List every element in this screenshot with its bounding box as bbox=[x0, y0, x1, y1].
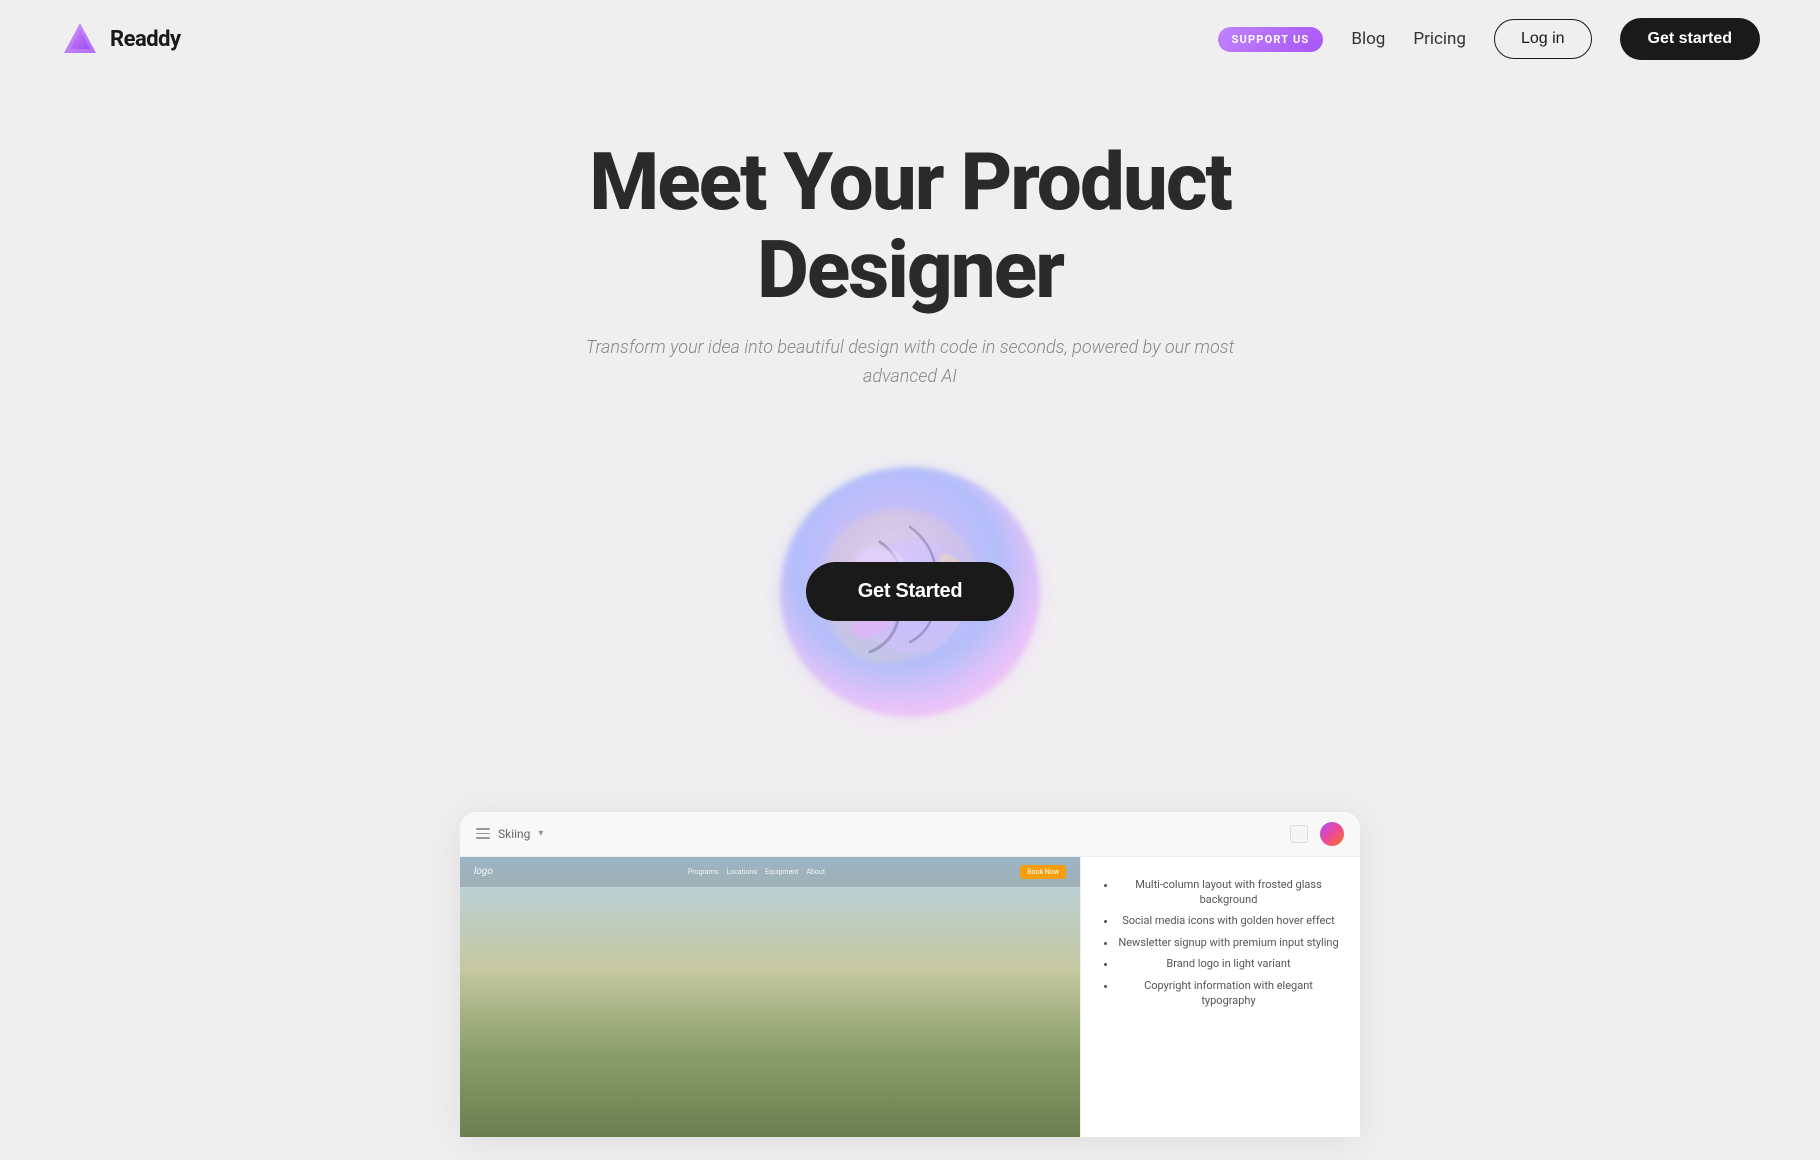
preview-avatar-icon[interactable] bbox=[1320, 822, 1344, 846]
preview-card: Skiing ▾ logo Programs Locations bbox=[460, 812, 1360, 1137]
webpage-nav-programs: Programs bbox=[688, 868, 718, 876]
webpage-nav: logo Programs Locations Equipment About … bbox=[460, 857, 1080, 887]
hamburger-line-1 bbox=[476, 828, 490, 830]
hero-section: Meet Your Product Designer Transform you… bbox=[0, 78, 1820, 1137]
preview-tab-label: Skiing bbox=[498, 827, 530, 841]
preview-titlebar-right bbox=[1290, 822, 1344, 846]
navbar: Readdy SUPPORT US Blog Pricing Log in Ge… bbox=[0, 0, 1820, 78]
preview-titlebar-left: Skiing ▾ bbox=[476, 827, 543, 841]
preview-body: logo Programs Locations Equipment About … bbox=[460, 857, 1360, 1137]
preview-section: Skiing ▾ logo Programs Locations bbox=[400, 812, 1420, 1137]
webpage-logo-text: logo bbox=[474, 866, 493, 877]
webpage-nav-links: Programs Locations Equipment About bbox=[688, 868, 825, 876]
webpage-cta-button: Book Now bbox=[1020, 865, 1066, 879]
webpage-nav-equipment: Equipment bbox=[765, 868, 798, 876]
nav-pricing-link[interactable]: Pricing bbox=[1413, 29, 1466, 49]
webpage-nav-about: About bbox=[806, 868, 825, 876]
preview-desc-item-4: Brand logo in light variant bbox=[1117, 956, 1340, 971]
webpage-nav-locations: Locations bbox=[726, 868, 757, 876]
hero-blob-container: Get Started bbox=[750, 432, 1070, 752]
get-started-hero-button[interactable]: Get Started bbox=[806, 562, 1015, 621]
hamburger-line-3 bbox=[476, 837, 490, 839]
hamburger-icon[interactable] bbox=[476, 828, 490, 839]
preview-desc-list: Multi-column layout with frosted glass b… bbox=[1101, 877, 1340, 1009]
get-started-nav-button[interactable]: Get started bbox=[1620, 18, 1760, 60]
login-button[interactable]: Log in bbox=[1494, 19, 1592, 59]
preview-webpage: logo Programs Locations Equipment About … bbox=[460, 857, 1080, 1137]
preview-chevron-icon: ▾ bbox=[538, 828, 543, 839]
readdy-logo-icon bbox=[60, 19, 100, 59]
webpage-content bbox=[460, 887, 1080, 927]
hero-subtitle: Transform your idea into beautiful desig… bbox=[570, 334, 1250, 392]
preview-titlebar: Skiing ▾ bbox=[460, 812, 1360, 857]
support-badge[interactable]: SUPPORT US bbox=[1218, 27, 1324, 52]
preview-settings-icon[interactable] bbox=[1290, 825, 1308, 843]
preview-desc-item-5: Copyright information with elegant typog… bbox=[1117, 978, 1340, 1009]
preview-desc-item-3: Newsletter signup with premium input sty… bbox=[1117, 935, 1340, 950]
brand-name: Readdy bbox=[110, 27, 181, 52]
preview-desc-item-2: Social media icons with golden hover eff… bbox=[1117, 913, 1340, 928]
logo-area: Readdy bbox=[60, 19, 181, 59]
hamburger-line-2 bbox=[476, 833, 490, 835]
hero-title: Meet Your Product Designer bbox=[460, 138, 1360, 314]
preview-desc-item-1: Multi-column layout with frosted glass b… bbox=[1117, 877, 1340, 908]
preview-description-panel: Multi-column layout with frosted glass b… bbox=[1080, 857, 1360, 1137]
nav-right: SUPPORT US Blog Pricing Log in Get start… bbox=[1218, 18, 1760, 60]
nav-blog-link[interactable]: Blog bbox=[1351, 29, 1385, 49]
